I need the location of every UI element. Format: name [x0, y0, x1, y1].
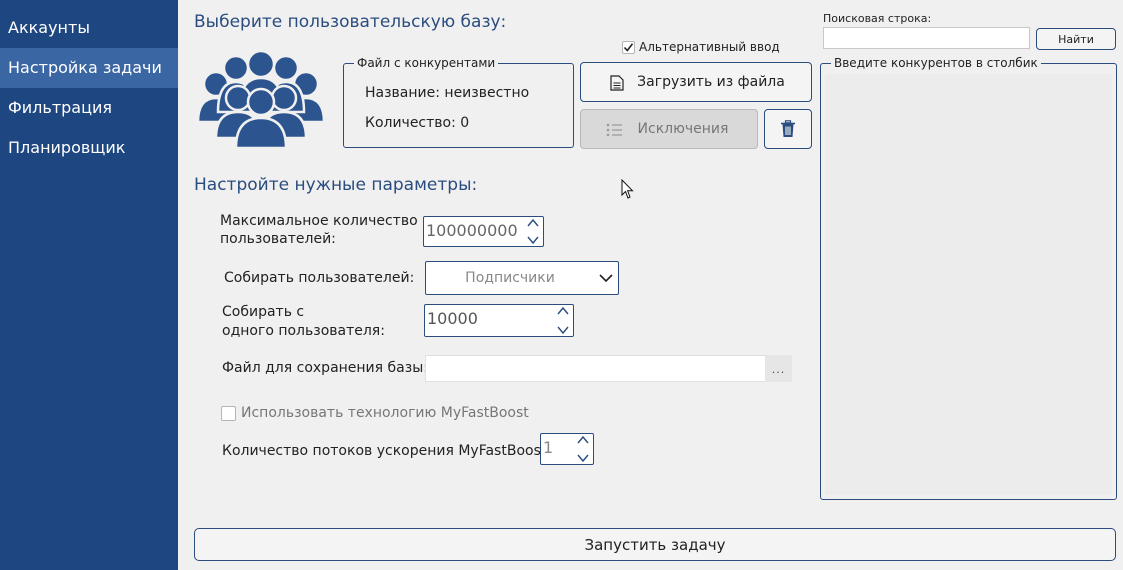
exclusions-button[interactable]: Исключения: [580, 109, 758, 149]
alt-input-checkbox[interactable]: Альтернативный ввод: [622, 40, 780, 54]
check-icon: [623, 42, 634, 52]
threads-value: 1: [543, 438, 554, 457]
competitors-textarea[interactable]: [825, 74, 1112, 495]
list-icon: [606, 123, 622, 137]
search-label: Поисковая строка:: [823, 12, 932, 25]
search-button[interactable]: Найти: [1036, 28, 1116, 50]
threads-stepper[interactable]: 1: [540, 433, 594, 465]
checkbox-box: [622, 40, 635, 54]
collect-users-value: Подписчики: [465, 270, 555, 286]
competitors-column-legend: Введите конкурентов в столбик: [831, 56, 1041, 70]
load-from-file-label: Загрузить из файла: [637, 74, 785, 90]
mouse-cursor-icon: [621, 178, 635, 204]
browse-button[interactable]: ...: [765, 355, 792, 382]
sidebar-item-task-settings[interactable]: Настройка задачи: [0, 48, 178, 88]
max-users-label: Максимальное количество пользователей:: [220, 213, 418, 247]
load-from-file-button[interactable]: Загрузить из файла: [580, 62, 812, 102]
competitors-column-group: Введите конкурентов в столбик: [820, 56, 1117, 500]
per-user-stepper[interactable]: 10000: [424, 304, 574, 337]
sidebar: Аккаунты Настройка задачи Фильтрация Пла…: [0, 0, 178, 570]
max-users-stepper[interactable]: 100000000: [423, 216, 544, 247]
base-title: Выберите пользовательскую базу:: [194, 12, 507, 32]
checkbox-box: [221, 405, 236, 421]
users-group-icon: [196, 49, 326, 150]
collect-users-select[interactable]: Подписчики: [425, 261, 619, 295]
delete-button[interactable]: [764, 109, 812, 149]
up-down-arrows-icon: [577, 435, 589, 463]
stepper-arrows[interactable]: [575, 434, 591, 464]
stepper-arrows[interactable]: [555, 305, 571, 336]
save-file-input[interactable]: [425, 355, 766, 382]
chevron-down-icon: [599, 274, 613, 283]
search-input[interactable]: [823, 27, 1030, 49]
collect-users-label: Собирать пользователей:: [224, 270, 415, 286]
per-user-value: 10000: [427, 309, 478, 328]
run-task-button[interactable]: Запустить задачу: [194, 528, 1116, 561]
up-down-arrows-icon: [527, 218, 539, 245]
sidebar-item-filtering[interactable]: Фильтрация: [0, 88, 178, 128]
up-down-arrows-icon: [557, 306, 569, 335]
competitors-file-group: Файл с конкурентами Название: неизвестно…: [343, 56, 574, 148]
competitors-name-text: Название: неизвестно: [365, 85, 530, 101]
params-title: Настройте нужные параметры:: [194, 175, 478, 195]
sidebar-item-scheduler[interactable]: Планировщик: [0, 128, 178, 168]
sidebar-item-accounts[interactable]: Аккаунты: [0, 8, 178, 48]
save-file-label: Файл для сохранения базы:: [222, 360, 428, 376]
max-users-value: 100000000: [426, 221, 518, 240]
threads-label: Количество потоков ускорения MyFastBoost…: [222, 443, 552, 459]
myfastboost-checkbox[interactable]: Использовать технологию MyFastBoost: [221, 405, 529, 421]
trash-icon: [781, 120, 795, 137]
myfastboost-label: Использовать технологию MyFastBoost: [241, 405, 529, 421]
competitors-file-legend: Файл с конкурентами: [354, 56, 499, 70]
competitors-count-text: Количество: 0: [365, 115, 470, 131]
stepper-arrows[interactable]: [525, 217, 541, 246]
document-icon: [610, 75, 624, 91]
alt-input-label: Альтернативный ввод: [639, 40, 780, 54]
per-user-label: Собирать с одного пользователя:: [222, 304, 385, 339]
exclusions-label: Исключения: [637, 121, 729, 137]
